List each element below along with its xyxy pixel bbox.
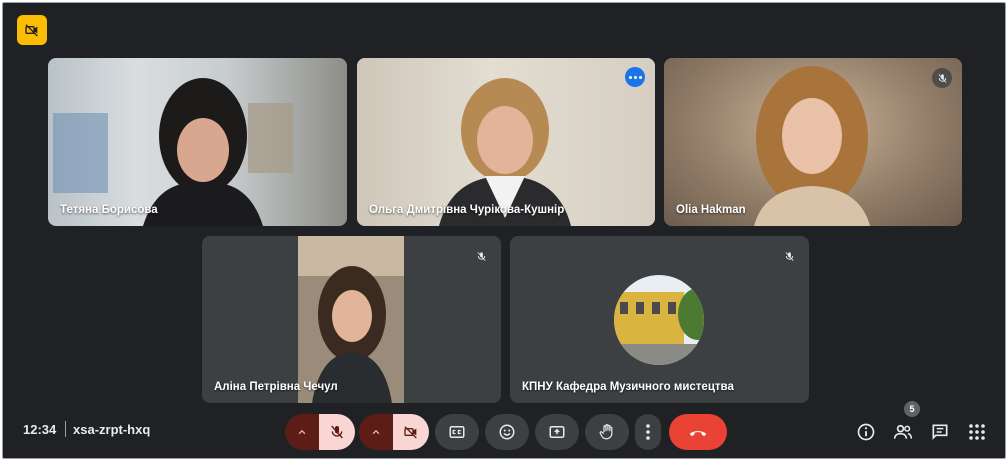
- people-count-badge: 5: [904, 401, 920, 417]
- person-silhouette: [298, 236, 404, 403]
- mic-toggle-button[interactable]: [319, 414, 355, 450]
- emoji-icon: [499, 424, 515, 440]
- leave-call-button[interactable]: [669, 414, 727, 450]
- participant-name: Olia Hakman: [676, 204, 746, 216]
- caret-up-icon: [372, 429, 380, 435]
- camera-off-icon: [25, 24, 38, 37]
- participant-video: [664, 58, 962, 226]
- participant-tile[interactable]: Olia Hakman: [664, 58, 962, 226]
- more-options-button[interactable]: [635, 414, 661, 450]
- person-silhouette: [53, 78, 293, 226]
- chat-button[interactable]: [928, 420, 952, 444]
- captions-icon: [449, 426, 465, 438]
- meeting-time: 12:34: [23, 422, 57, 437]
- muted-indicator: [932, 68, 952, 88]
- participant-tile[interactable]: Тетяна Борисова: [48, 58, 347, 226]
- mic-off-icon: [476, 251, 486, 261]
- participant-video: [510, 236, 809, 403]
- participant-video: [48, 58, 347, 226]
- participant-name: КПНУ Кафедра Музичного мистецтва: [522, 381, 734, 393]
- person-silhouette: [439, 78, 571, 226]
- emoji-reaction-button[interactable]: [485, 414, 529, 450]
- camera-toggle-button[interactable]: [393, 414, 429, 450]
- people-button[interactable]: [891, 420, 915, 444]
- participant-video: [202, 236, 501, 403]
- info-icon: [857, 423, 875, 441]
- muted-indicator: [779, 246, 799, 266]
- captions-button[interactable]: [435, 414, 479, 450]
- apps-icon: [969, 424, 985, 440]
- present-button[interactable]: [535, 414, 579, 450]
- camera-control-group: [359, 414, 429, 450]
- mic-off-icon: [937, 73, 947, 83]
- divider: [65, 421, 66, 437]
- mic-off-icon: [784, 251, 794, 261]
- video-options-button[interactable]: [359, 414, 393, 450]
- participant-tile-active[interactable]: Ольга Дмитрівна Чурікова-Кушнір: [357, 58, 655, 226]
- participant-tile[interactable]: КПНУ Кафедра Музичного мистецтва: [510, 236, 809, 403]
- participant-tile[interactable]: Аліна Петрівна Чечул: [202, 236, 501, 403]
- raise-hand-button[interactable]: [585, 414, 629, 450]
- end-call-icon: [689, 431, 707, 437]
- more-options-button[interactable]: [625, 67, 645, 87]
- video-off-badge[interactable]: [17, 15, 47, 45]
- avatar: [614, 275, 704, 365]
- camera-off-icon: [404, 426, 417, 439]
- raise-hand-icon: [599, 424, 613, 440]
- mic-control-group: [285, 414, 355, 450]
- audio-options-button[interactable]: [285, 414, 319, 450]
- participant-name: Аліна Петрівна Чечул: [214, 381, 338, 393]
- chat-icon: [932, 424, 948, 440]
- more-options-icon: [628, 75, 632, 79]
- participant-name: Тетяна Борисова: [60, 204, 158, 216]
- mic-off-icon: [331, 425, 343, 439]
- meeting-code: xsa-zrpt-hxq: [73, 422, 151, 437]
- participant-name: Ольга Дмитрівна Чурікова-Кушнір: [369, 204, 565, 216]
- caret-up-icon: [298, 429, 306, 435]
- people-icon: [893, 424, 913, 439]
- person-silhouette: [754, 66, 870, 226]
- muted-indicator: [471, 246, 491, 266]
- activities-button[interactable]: [965, 420, 989, 444]
- meeting-details-button[interactable]: [854, 420, 878, 444]
- more-vert-icon: [646, 424, 650, 440]
- control-bar: 12:34 xsa-zrpt-hxq 5: [3, 401, 1005, 458]
- present-icon: [549, 426, 565, 438]
- participant-video: [357, 58, 655, 226]
- meet-window: Тетяна Борисова Ольга Дмитрівна Чурікова…: [2, 2, 1006, 459]
